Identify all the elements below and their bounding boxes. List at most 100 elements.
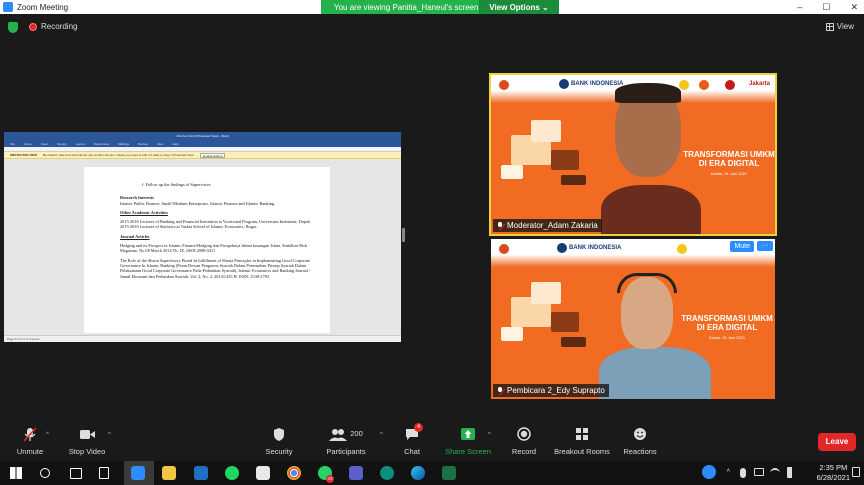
video-tile-speaker[interactable]: BANK INDONESIA TRANSFORMASI UMKM DI ERA … [491, 239, 775, 399]
video-tile-moderator[interactable]: BANK INDONESIA Jakarta TRANSFORMASI UMKM… [489, 73, 777, 236]
task-view-icon[interactable] [70, 468, 82, 479]
word-tab: Layout [75, 142, 85, 146]
share-screen-button[interactable]: Share Screen [444, 427, 492, 456]
zoom-app-icon[interactable] [131, 466, 145, 480]
record-label: Record [511, 447, 537, 456]
reactions-button[interactable]: Reactions [622, 427, 658, 456]
clock-time: 2:35 PM [819, 463, 848, 472]
microphone-icon[interactable] [740, 468, 746, 478]
document-icon[interactable] [99, 467, 109, 479]
umkm-illustration [501, 277, 591, 357]
stop-video-label: Stop Video [68, 447, 106, 456]
help-icon[interactable] [702, 465, 716, 479]
unmute-button[interactable]: Unmute [14, 427, 46, 456]
breakout-rooms-button[interactable]: Breakout Rooms [554, 427, 610, 456]
event-banner-line: TRANSFORMASI UMKM [683, 150, 775, 159]
store-icon[interactable] [256, 466, 270, 480]
chat-bubble-icon: 4 [400, 423, 424, 442]
record-button[interactable]: Record [510, 427, 538, 456]
volume-icon[interactable] [787, 467, 796, 478]
chat-button[interactable]: 4 Chat [400, 423, 424, 456]
document-page: f. Follow up the findings of Supervisors… [84, 167, 330, 333]
participant-hair [615, 83, 681, 103]
event-banner: TRANSFORMASI UMKM DI ERA DIGITAL [681, 150, 775, 168]
search-icon[interactable] [40, 468, 50, 478]
participants-label: Participants [326, 447, 366, 456]
breakout-rooms-icon [554, 427, 610, 442]
taskbar-clock[interactable]: 2:35 PM 6/28/2021 [817, 463, 850, 483]
meeting-toolbar: Unmute ^ Stop Video ^ Security 200 Parti… [0, 423, 864, 461]
view-button[interactable]: View [825, 22, 854, 31]
bank-logo-icon [557, 243, 567, 253]
bank-logo-icon [559, 79, 569, 89]
participants-button[interactable]: 200 Participants [322, 427, 370, 456]
doc-heading: Research Interests [120, 195, 154, 201]
edge-icon[interactable] [411, 466, 425, 480]
mic-muted-icon [496, 221, 505, 231]
stop-video-button[interactable]: Stop Video [67, 427, 107, 456]
participants-icon: 200 [322, 427, 370, 442]
participant-name: Moderator_Adam Zakaria [507, 221, 598, 230]
participant-more-button[interactable]: ··· [757, 241, 773, 251]
wifi-icon[interactable] [770, 468, 780, 478]
protected-view-text: Be careful - files from the Internet can… [43, 153, 195, 157]
app-icon[interactable] [380, 466, 394, 480]
spotify-icon[interactable] [225, 466, 239, 480]
emblem-icon [499, 80, 509, 90]
shared-screen[interactable]: Info For Unit 3 (Protected View) - Word … [4, 132, 401, 342]
enable-editing-button: Enable Editing [200, 153, 226, 158]
video-options-caret-icon[interactable]: ^ [108, 432, 111, 438]
split-drag-handle[interactable] [402, 228, 405, 242]
word-tab: References [93, 142, 110, 146]
doc-paragraph: Islamic Public Finance, Small-Medium Ent… [120, 200, 276, 206]
battery-icon[interactable] [754, 468, 764, 476]
maximize-button[interactable]: ☐ [822, 2, 830, 13]
excel-icon[interactable] [442, 466, 456, 480]
share-screen-label: Share Screen [445, 447, 491, 456]
security-shield-icon [262, 427, 296, 442]
doc-line: 2015-2016 Lecturer of Banking and Financ… [120, 219, 311, 225]
screen-share-banner: You are viewing Panitia_Haneul's screen … [321, 0, 559, 14]
word-title-bar: Info For Unit 3 (Protected View) - Word [4, 132, 401, 141]
headphones-icon [617, 273, 677, 293]
share-options-caret-icon[interactable]: ^ [488, 432, 491, 438]
windows-start-icon[interactable] [10, 467, 22, 479]
emblem-icon [499, 244, 509, 254]
record-icon [510, 427, 538, 442]
breakout-rooms-label: Breakout Rooms [554, 447, 610, 456]
doc-line: 2015-2016 Lecturer of Statistics at Tazk… [120, 224, 258, 230]
word-tab: Insert [40, 142, 49, 146]
doc-section: Research Interests Islamic Public Financ… [120, 195, 314, 206]
doc-paragraph: Hedging and its Prospect in Islamic Fina… [120, 243, 308, 254]
participant-video [601, 185, 701, 234]
recording-icon [29, 23, 37, 31]
video-camera-icon [67, 427, 107, 442]
leave-button[interactable]: Leave [818, 433, 856, 451]
show-hidden-icons-caret-icon[interactable]: ^ [727, 469, 730, 476]
participants-caret-icon[interactable]: ^ [380, 432, 383, 438]
chrome-icon[interactable] [287, 466, 301, 480]
participant-video [599, 347, 711, 399]
teams-icon[interactable] [349, 466, 363, 480]
mute-participant-button[interactable]: Mute [730, 241, 754, 252]
word-tab: Home [23, 142, 32, 146]
view-options-button[interactable]: View Options ⌄ [479, 0, 559, 14]
encryption-shield-icon[interactable] [8, 22, 18, 33]
event-banner: TRANSFORMASI UMKM DI ERA DIGITAL [679, 314, 775, 332]
zoom-logo-icon [3, 2, 13, 12]
participant-name: Pembicara 2_Edy Suprapto [507, 386, 605, 395]
word-tab: View [156, 142, 164, 146]
minimize-button[interactable]: – [797, 2, 802, 12]
close-button[interactable]: ✕ [850, 2, 858, 13]
mail-icon[interactable] [194, 466, 208, 480]
doc-list-item: f. Follow up the findings of Supervisors [142, 182, 211, 187]
security-button[interactable]: Security [262, 427, 296, 456]
partner-logo-icon [725, 80, 735, 90]
audio-options-caret-icon[interactable]: ^ [46, 432, 49, 438]
notification-center-icon[interactable] [852, 467, 860, 477]
protected-view-bar: PROTECTED VIEW Be careful - files from t… [4, 152, 401, 159]
doc-heading: Journal Articles [120, 233, 150, 239]
protected-view-label: PROTECTED VIEW [10, 153, 38, 157]
word-tab: Help [172, 142, 179, 146]
file-explorer-icon[interactable] [162, 466, 176, 480]
